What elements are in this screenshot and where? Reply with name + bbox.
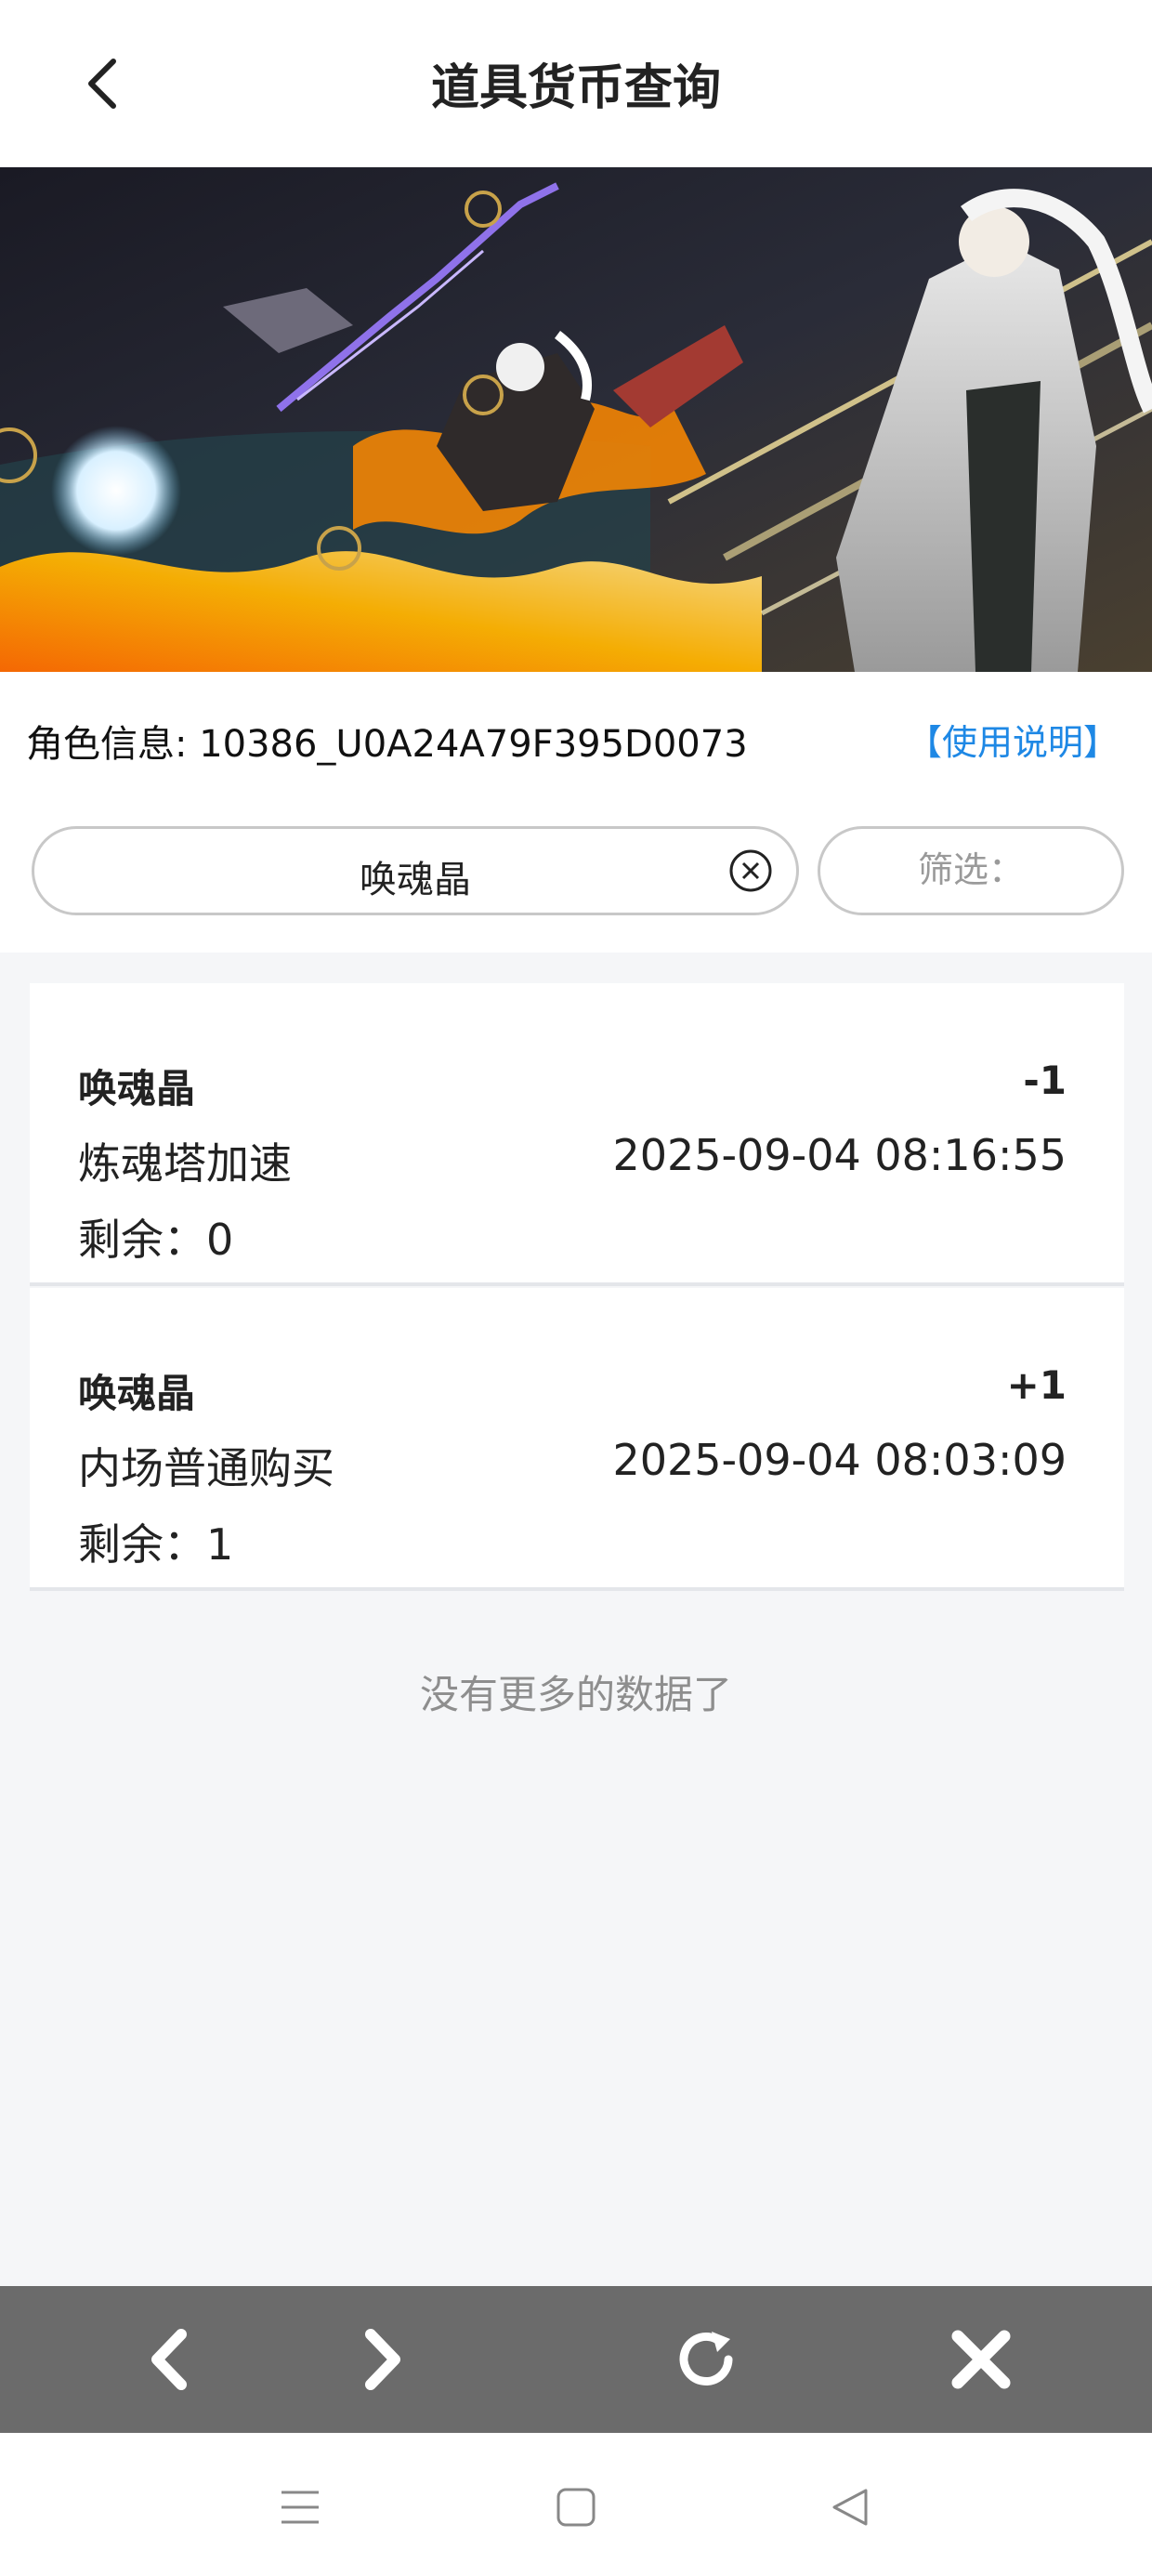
home-icon [556, 2488, 596, 2527]
filter-button[interactable]: 筛选： [818, 826, 1124, 915]
search-input[interactable]: 唤魂晶 [32, 826, 799, 915]
clear-circle-icon[interactable] [727, 848, 774, 894]
page-title: 道具货币查询 [430, 60, 721, 116]
close-icon [951, 2330, 1011, 2389]
system-navigation-bar [0, 2433, 1152, 2576]
browser-toolbar [0, 2286, 1152, 2433]
role-info: 角色信息: 10386_U0A24A79F395D0073 [26, 723, 748, 766]
search-value: 唤魂晶 [360, 859, 471, 901]
item-source: 内场普通购买 [78, 1443, 334, 1493]
home-button[interactable] [543, 2475, 609, 2540]
item-name: 唤魂晶 [78, 1371, 196, 1416]
browser-forward-button[interactable] [336, 2313, 429, 2406]
no-more-data-text: 没有更多的数据了 [419, 1672, 732, 1717]
menu-icon [281, 2491, 319, 2524]
item-time: 2025-09-04 08:03:09 [612, 1435, 1067, 1485]
back-triangle-icon [832, 2489, 868, 2526]
info-area: 角色信息: 10386_U0A24A79F395D0073 【使用说明】 唤魂晶… [0, 672, 1152, 953]
item-name: 唤魂晶 [78, 1066, 196, 1111]
chevron-left-icon [151, 2329, 187, 2390]
item-change: +1 [1006, 1362, 1067, 1408]
item-change: -1 [1023, 1058, 1067, 1103]
header: 道具货币查询 [0, 0, 1152, 167]
list-item: 唤魂晶 +1 内场普通购买 2025-09-04 08:03:09 剩余：1 [30, 1288, 1124, 1591]
chevron-right-icon [365, 2329, 400, 2390]
game-artwork-banner [0, 167, 1152, 672]
browser-close-button[interactable] [935, 2313, 1028, 2406]
item-remain: 剩余：1 [78, 1519, 234, 1570]
system-back-button[interactable] [818, 2475, 883, 2540]
browser-back-button[interactable] [123, 2313, 216, 2406]
item-time: 2025-09-04 08:16:55 [612, 1130, 1067, 1180]
recent-apps-button[interactable] [268, 2475, 333, 2540]
item-remain: 剩余：0 [78, 1215, 234, 1265]
records-list: 唤魂晶 -1 炼魂塔加速 2025-09-04 08:16:55 剩余：0 唤魂… [30, 983, 1124, 1593]
refresh-icon [679, 2332, 733, 2385]
list-item: 唤魂晶 -1 炼魂塔加速 2025-09-04 08:16:55 剩余：0 [30, 983, 1124, 1286]
browser-refresh-button[interactable] [660, 2313, 753, 2406]
usage-instructions-link[interactable]: 【使用说明】 [907, 714, 1119, 765]
item-source: 炼魂塔加速 [78, 1138, 292, 1189]
